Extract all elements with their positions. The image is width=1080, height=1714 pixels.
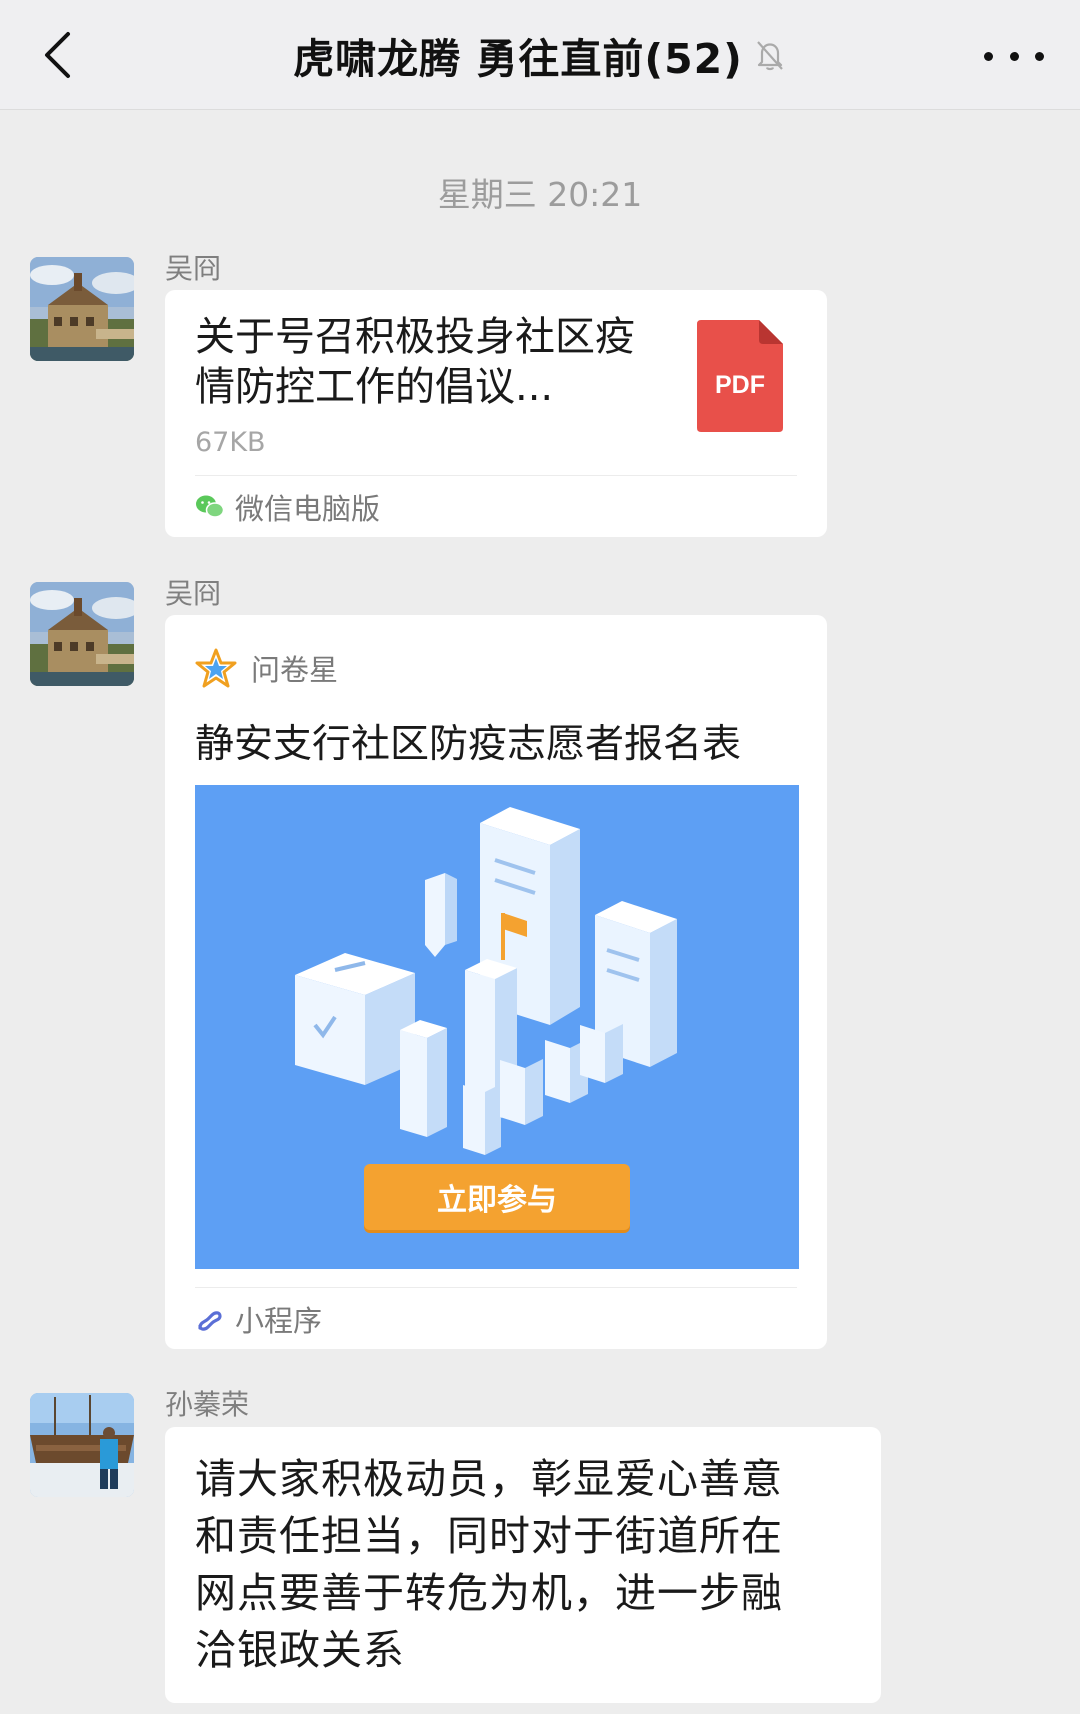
mini-program-label: 小程序 [235,1303,323,1338]
message-text: 请大家积极动员，彰显爱心善意和责任担当，同时对于街道所在网点要善于转危为机，进一… [195,1455,783,1674]
mini-program-cover-image: 立即参与 [195,785,799,1269]
pdf-file-icon: PDF [697,320,783,432]
mini-program-card[interactable]: 问卷星 静安支行社区防疫志愿者报名表 立即参与 小程序 [165,615,827,1349]
more-dots-icon [984,51,993,61]
file-title: 关于号召积极投身社区疫情防控工作的倡议... [195,314,635,410]
avatar[interactable] [30,582,134,686]
file-card-footer: 微信电脑版 [195,475,797,537]
back-button[interactable] [34,30,80,80]
star-icon [195,648,237,688]
avatar[interactable] [30,1393,134,1497]
source-label: 微信电脑版 [235,491,381,526]
chat-header: 虎啸龙腾 勇往直前(52) [0,0,1080,110]
sender-name: 孙蓁荣 [165,1388,250,1421]
file-message-card[interactable]: 关于号召积极投身社区疫情防控工作的倡议... 67KB PDF 微信电脑版 [165,290,827,537]
message-timestamp: 星期三 20:21 [437,175,643,214]
mini-program-footer: 小程序 [195,1287,797,1349]
mini-program-icon [198,1310,222,1331]
sender-name: 吴冏 [165,577,222,610]
sender-name: 吴冏 [165,252,222,285]
avatar[interactable] [30,257,134,361]
mini-program-source: 问卷星 [251,653,339,687]
text-message-bubble[interactable]: 请大家积极动员，彰显爱心善意和责任担当，同时对于街道所在网点要善于转危为机，进一… [165,1427,881,1703]
bell-off-icon [757,41,783,71]
chat-title: 虎啸龙腾 勇往直前(52) [293,35,743,83]
chevron-left-icon [45,32,70,78]
join-now-button[interactable]: 立即参与 [364,1164,630,1230]
more-button[interactable] [984,36,1044,76]
mini-program-title: 静安支行社区防疫志愿者报名表 [195,722,742,767]
wechat-icon [196,495,225,518]
mini-program-header: 问卷星 [195,647,338,689]
file-size: 67KB [195,427,266,458]
svg-text:PDF: PDF [715,371,765,399]
